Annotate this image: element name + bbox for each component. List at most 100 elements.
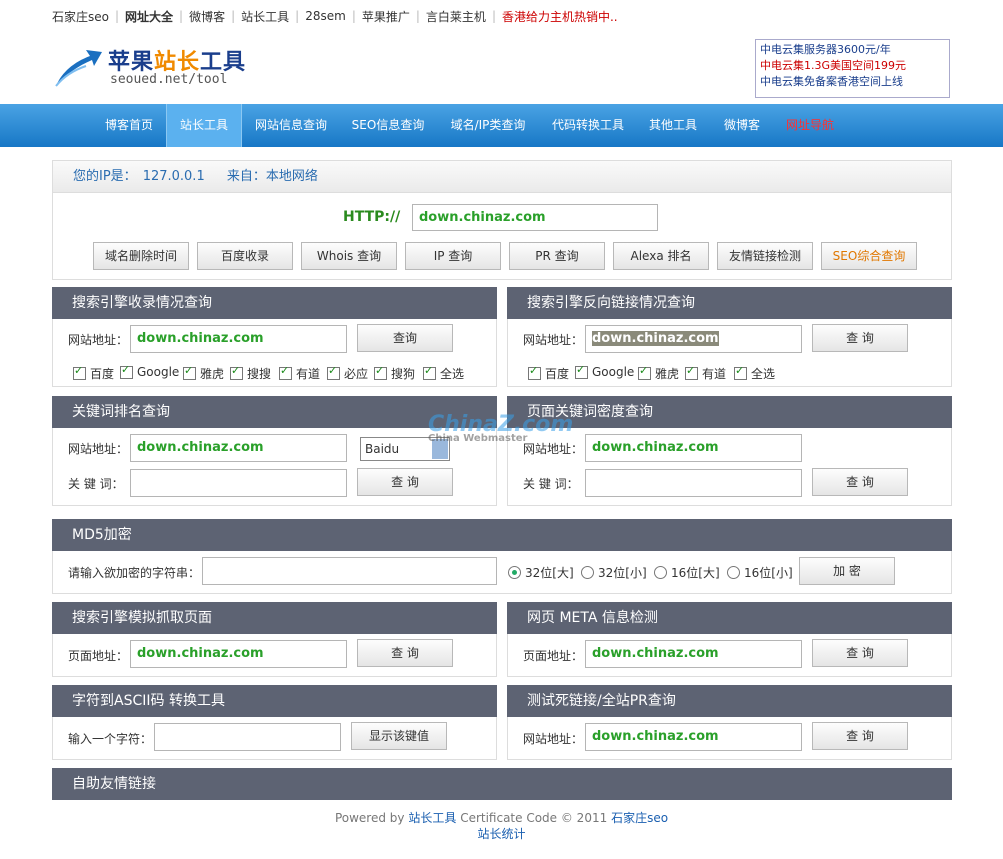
page-url-input[interactable]: down.chinaz.com (130, 640, 347, 668)
top-link-seo[interactable]: 石家庄seo (52, 8, 109, 25)
panel-ascii: 字符到ASCII码 转换工具 输入一个字符： 显示该键值 (52, 685, 497, 760)
panel-title: 搜索引擎模拟抓取页面 (52, 602, 497, 634)
footer: Powered by 站长工具 Certificate Code © 2011 … (334, 811, 669, 841)
top-link-28sem[interactable]: 28sem (305, 9, 346, 23)
panel-backlink-query: 搜索引擎反向链接情况查询 网站地址： down.chinaz.com 查 询 百… (507, 287, 952, 387)
watermark-logo: ChinaZ.com China Webmaster (428, 412, 574, 444)
nav-other-tools[interactable]: 其他工具 (642, 104, 704, 147)
nav-seo-info[interactable]: SEO信息查询 (344, 104, 432, 147)
check-baidu[interactable]: 百度 (528, 364, 569, 382)
panel-deadlink: 测试死链接/全站PR查询 网站地址： down.chinaz.com 查 询 (507, 685, 952, 760)
query-button[interactable]: 查 询 (812, 639, 908, 667)
btn-domain-delete-time[interactable]: 域名删除时间 (93, 242, 189, 270)
panel-index-query: 搜索引擎收录情况查询 网站地址： down.chinaz.com 查询 百度 G… (52, 287, 497, 387)
site-url-input[interactable]: down.chinaz.com (130, 434, 347, 462)
btn-friend-links[interactable]: 友情链接检测 (717, 242, 813, 270)
http-label: HTTP:// (343, 209, 401, 225)
check-all[interactable]: 全选 (423, 364, 464, 382)
footer-link-stats[interactable]: 站长统计 (477, 827, 525, 841)
top-link-directory[interactable]: 网址大全 (125, 8, 173, 25)
btn-pr-query[interactable]: PR 查询 (509, 242, 605, 270)
field-label: 页面地址： (523, 649, 584, 663)
md5-input[interactable] (202, 557, 497, 585)
radio-32-upper[interactable]: 32位[大] (508, 564, 574, 581)
radio-16-upper[interactable]: 16位[大] (654, 564, 720, 581)
top-link-host[interactable]: 言白莱主机 (426, 8, 486, 25)
footer-link-seo[interactable]: 石家庄seo (611, 811, 668, 825)
show-key-value-button[interactable]: 显示该键值 (351, 722, 447, 750)
panel-title: 自助友情链接 (52, 768, 952, 800)
query-button[interactable]: 查询 (357, 324, 453, 352)
ad-link-us-space[interactable]: 中电云集1.3G美国空间199元 (760, 58, 945, 74)
char-input[interactable] (154, 723, 341, 751)
check-google[interactable]: Google (575, 363, 634, 379)
page-url-input[interactable]: down.chinaz.com (585, 434, 802, 462)
check-yahoo[interactable]: 雅虎 (183, 364, 224, 382)
site-url-input[interactable]: down.chinaz.com (585, 723, 802, 751)
btn-whois[interactable]: Whois 查询 (301, 242, 397, 270)
site-url-input[interactable]: down.chinaz.com (585, 325, 802, 353)
btn-baidu-index[interactable]: 百度收录 (197, 242, 293, 270)
field-label: 网站地址： (523, 333, 584, 347)
radio-32-lower[interactable]: 32位[小] (581, 564, 647, 581)
nav-code-convert[interactable]: 代码转换工具 (544, 104, 632, 147)
panel-title: MD5加密 (52, 519, 952, 551)
field-label: 网站地址： (523, 732, 584, 746)
query-button[interactable]: 查 询 (812, 722, 908, 750)
encrypt-button[interactable]: 加 密 (799, 557, 895, 585)
query-button[interactable]: 查 询 (812, 468, 908, 496)
ad-link-hk-space[interactable]: 中电云集免备案香港空间上线 (760, 74, 945, 90)
query-button[interactable]: 查 询 (357, 468, 453, 496)
btn-ip-query[interactable]: IP 查询 (405, 242, 501, 270)
logo-url: seoued.net/tool (110, 72, 228, 87)
panel-friend-links: 自助友情链接 (52, 768, 952, 800)
check-youdao[interactable]: 有道 (685, 364, 726, 382)
check-baidu[interactable]: 百度 (73, 364, 114, 382)
ip-info: 您的IP是： 127.0.0.1 来自：本地网络 (53, 161, 951, 193)
panel-title: 网页 META 信息检测 (507, 602, 952, 634)
top-link-hk-host[interactable]: 香港给力主机热销中.. (502, 8, 618, 25)
keyword-label: 关 键 词： (523, 477, 579, 491)
footer-link-tools[interactable]: 站长工具 (408, 811, 456, 825)
page-url-input[interactable]: down.chinaz.com (585, 640, 802, 668)
panel-spider-sim: 搜索引擎模拟抓取页面 页面地址： down.chinaz.com 查 询 (52, 602, 497, 677)
nav-webmaster-tools[interactable]: 站长工具 (166, 104, 242, 147)
check-sogou[interactable]: 搜狗 (374, 364, 415, 382)
radio-16-lower[interactable]: 16位[小] (727, 564, 793, 581)
nav-site-info[interactable]: 网站信息查询 (248, 104, 334, 147)
panel-title: 测试死链接/全站PR查询 (507, 685, 952, 717)
panel-title: 页面关键词密度查询 (507, 396, 952, 428)
field-label: 输入一个字符： (68, 732, 153, 746)
check-youdao[interactable]: 有道 (279, 364, 320, 382)
nav-microblog[interactable]: 微博客 (714, 104, 770, 147)
check-bing[interactable]: 必应 (327, 364, 368, 382)
top-link-apple-promo[interactable]: 苹果推广 (362, 8, 410, 25)
panel-keyword-density: 页面关键词密度查询 网站地址： down.chinaz.com 关 键 词： 查… (507, 396, 952, 506)
keyword-input[interactable] (130, 469, 347, 497)
keyword-input[interactable] (585, 469, 802, 497)
top-link-microblog[interactable]: 微博客 (189, 8, 225, 25)
site-url-input[interactable]: down.chinaz.com (130, 325, 347, 353)
btn-seo-overall[interactable]: SEO综合查询 (821, 242, 917, 270)
check-soso[interactable]: 搜搜 (230, 364, 271, 382)
quick-query-box: 您的IP是： 127.0.0.1 来自：本地网络 HTTP:// down.chi… (52, 160, 952, 280)
site-logo[interactable]: 苹果站长工具 seoued.net/tool (52, 42, 272, 92)
nav-domain-ip[interactable]: 域名/IP类查询 (442, 104, 534, 147)
nav-blog-home[interactable]: 博客首页 (96, 104, 162, 147)
main-nav: 博客首页 站长工具 网站信息查询 SEO信息查询 域名/IP类查询 代码转换工具… (0, 104, 1003, 147)
url-input[interactable]: down.chinaz.com (412, 204, 658, 231)
nav-directory[interactable]: 网址导航 (778, 104, 842, 147)
keyword-label: 关 键 词： (68, 477, 124, 491)
panel-meta-check: 网页 META 信息检测 页面地址： down.chinaz.com 查 询 (507, 602, 952, 677)
check-all[interactable]: 全选 (734, 364, 775, 382)
check-google[interactable]: Google (120, 363, 179, 379)
arrow-logo-icon (55, 50, 102, 87)
panel-title: 搜索引擎收录情况查询 (52, 287, 497, 319)
query-button[interactable]: 查 询 (812, 324, 908, 352)
query-button[interactable]: 查 询 (357, 639, 453, 667)
field-label: 网站地址： (68, 333, 129, 347)
top-link-tools[interactable]: 站长工具 (241, 8, 289, 25)
ad-link-server[interactable]: 中电云集服务器3600元/年 (760, 42, 945, 58)
check-yahoo[interactable]: 雅虎 (638, 364, 679, 382)
btn-alexa[interactable]: Alexa 排名 (613, 242, 709, 270)
